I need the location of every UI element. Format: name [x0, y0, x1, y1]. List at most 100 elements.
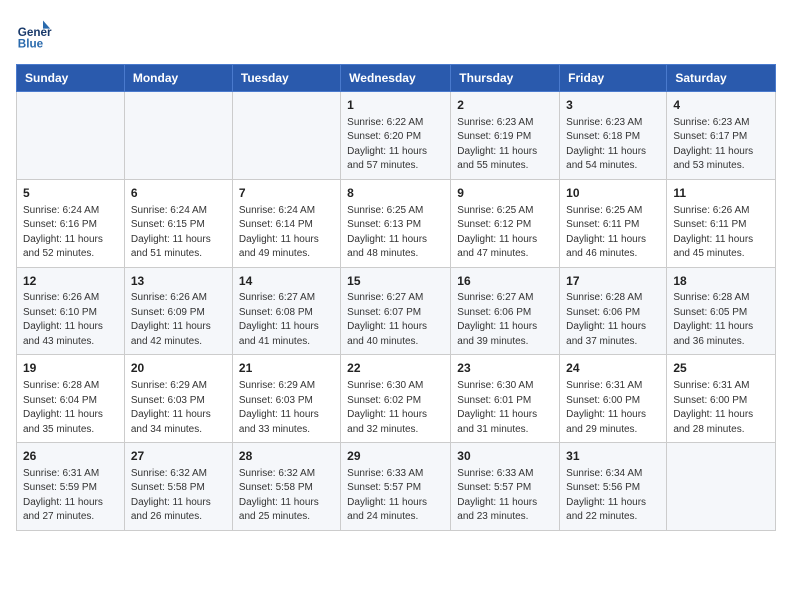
- day-cell: 18Sunrise: 6:28 AM Sunset: 6:05 PM Dayli…: [667, 267, 776, 355]
- day-info: Sunrise: 6:26 AM Sunset: 6:10 PM Dayligh…: [23, 291, 118, 349]
- day-cell: 12Sunrise: 6:26 AM Sunset: 6:10 PM Dayli…: [17, 267, 125, 355]
- column-header-tuesday: Tuesday: [232, 65, 340, 92]
- day-number: 4: [673, 97, 769, 114]
- day-info: Sunrise: 6:31 AM Sunset: 6:00 PM Dayligh…: [673, 379, 769, 437]
- day-info: Sunrise: 6:25 AM Sunset: 6:12 PM Dayligh…: [457, 204, 553, 262]
- day-info: Sunrise: 6:24 AM Sunset: 6:15 PM Dayligh…: [131, 204, 226, 262]
- calendar-table: SundayMondayTuesdayWednesdayThursdayFrid…: [16, 64, 776, 531]
- day-info: Sunrise: 6:28 AM Sunset: 6:05 PM Dayligh…: [673, 291, 769, 349]
- day-info: Sunrise: 6:23 AM Sunset: 6:19 PM Dayligh…: [457, 116, 553, 174]
- day-cell: 14Sunrise: 6:27 AM Sunset: 6:08 PM Dayli…: [232, 267, 340, 355]
- day-cell: [124, 92, 232, 180]
- day-cell: 8Sunrise: 6:25 AM Sunset: 6:13 PM Daylig…: [341, 179, 451, 267]
- day-info: Sunrise: 6:22 AM Sunset: 6:20 PM Dayligh…: [347, 116, 444, 174]
- day-info: Sunrise: 6:29 AM Sunset: 6:03 PM Dayligh…: [239, 379, 334, 437]
- day-info: Sunrise: 6:24 AM Sunset: 6:14 PM Dayligh…: [239, 204, 334, 262]
- day-number: 6: [131, 185, 226, 202]
- day-info: Sunrise: 6:27 AM Sunset: 6:08 PM Dayligh…: [239, 291, 334, 349]
- day-cell: [232, 92, 340, 180]
- week-row-3: 12Sunrise: 6:26 AM Sunset: 6:10 PM Dayli…: [17, 267, 776, 355]
- day-number: 8: [347, 185, 444, 202]
- day-cell: 15Sunrise: 6:27 AM Sunset: 6:07 PM Dayli…: [341, 267, 451, 355]
- day-cell: 13Sunrise: 6:26 AM Sunset: 6:09 PM Dayli…: [124, 267, 232, 355]
- day-info: Sunrise: 6:26 AM Sunset: 6:09 PM Dayligh…: [131, 291, 226, 349]
- week-row-2: 5 Sunrise: 6:24 AM Sunset: 6:16 PM Daylig…: [17, 179, 776, 267]
- day-info: Sunrise: 6:30 AM Sunset: 6:01 PM Dayligh…: [457, 379, 553, 437]
- day-cell: 10 Sunrise: 6:25 AM Sunset: 6:11 PM Dayli…: [560, 179, 667, 267]
- day-cell: 26 Sunrise: 6:31 AM Sunset: 5:59 PM Dayli…: [17, 443, 125, 531]
- day-number: 10: [566, 185, 660, 202]
- day-info: Sunrise: 6:33 AM Sunset: 5:57 PM Dayligh…: [347, 467, 444, 525]
- day-cell: 25 Sunrise: 6:31 AM Sunset: 6:00 PM Dayli…: [667, 355, 776, 443]
- day-number: 14: [239, 273, 334, 290]
- day-number: 18: [673, 273, 769, 290]
- day-number: 24: [566, 360, 660, 377]
- week-row-1: 1 Sunrise: 6:22 AM Sunset: 6:20 PM Daylig…: [17, 92, 776, 180]
- day-cell: 31 Sunrise: 6:34 AM Sunset: 5:56 PM Dayli…: [560, 443, 667, 531]
- day-cell: 28 Sunrise: 6:32 AM Sunset: 5:58 PM Dayli…: [232, 443, 340, 531]
- column-header-wednesday: Wednesday: [341, 65, 451, 92]
- column-header-saturday: Saturday: [667, 65, 776, 92]
- day-cell: 6 Sunrise: 6:24 AM Sunset: 6:15 PM Daylig…: [124, 179, 232, 267]
- day-number: 19: [23, 360, 118, 377]
- day-number: 22: [347, 360, 444, 377]
- day-number: 20: [131, 360, 226, 377]
- day-cell: 23 Sunrise: 6:30 AM Sunset: 6:01 PM Dayli…: [451, 355, 560, 443]
- day-info: Sunrise: 6:29 AM Sunset: 6:03 PM Dayligh…: [131, 379, 226, 437]
- day-number: 21: [239, 360, 334, 377]
- day-cell: 3Sunrise: 6:23 AM Sunset: 6:18 PM Daylig…: [560, 92, 667, 180]
- day-cell: 22 Sunrise: 6:30 AM Sunset: 6:02 PM Dayli…: [341, 355, 451, 443]
- day-number: 1: [347, 97, 444, 114]
- day-cell: 20 Sunrise: 6:29 AM Sunset: 6:03 PM Dayli…: [124, 355, 232, 443]
- day-cell: 4 Sunrise: 6:23 AM Sunset: 6:17 PM Daylig…: [667, 92, 776, 180]
- day-info: Sunrise: 6:24 AM Sunset: 6:16 PM Dayligh…: [23, 204, 118, 262]
- column-header-thursday: Thursday: [451, 65, 560, 92]
- day-number: 15: [347, 273, 444, 290]
- week-row-4: 19 Sunrise: 6:28 AM Sunset: 6:04 PM Dayli…: [17, 355, 776, 443]
- day-info: Sunrise: 6:33 AM Sunset: 5:57 PM Dayligh…: [457, 467, 553, 525]
- logo-icon: General Blue: [16, 16, 52, 52]
- day-number: 30: [457, 448, 553, 465]
- day-number: 26: [23, 448, 118, 465]
- day-number: 5: [23, 185, 118, 202]
- day-cell: 19 Sunrise: 6:28 AM Sunset: 6:04 PM Dayli…: [17, 355, 125, 443]
- day-number: 23: [457, 360, 553, 377]
- day-number: 9: [457, 185, 553, 202]
- day-cell: [17, 92, 125, 180]
- day-cell: 16Sunrise: 6:27 AM Sunset: 6:06 PM Dayli…: [451, 267, 560, 355]
- day-info: Sunrise: 6:30 AM Sunset: 6:02 PM Dayligh…: [347, 379, 444, 437]
- day-number: 11: [673, 185, 769, 202]
- column-header-monday: Monday: [124, 65, 232, 92]
- day-cell: 11 Sunrise: 6:26 AM Sunset: 6:11 PM Dayli…: [667, 179, 776, 267]
- day-info: Sunrise: 6:32 AM Sunset: 5:58 PM Dayligh…: [239, 467, 334, 525]
- column-header-sunday: Sunday: [17, 65, 125, 92]
- day-info: Sunrise: 6:34 AM Sunset: 5:56 PM Dayligh…: [566, 467, 660, 525]
- logo: General Blue: [16, 16, 52, 52]
- svg-text:Blue: Blue: [18, 38, 44, 51]
- day-info: Sunrise: 6:31 AM Sunset: 5:59 PM Dayligh…: [23, 467, 118, 525]
- day-cell: 21 Sunrise: 6:29 AM Sunset: 6:03 PM Dayli…: [232, 355, 340, 443]
- day-number: 7: [239, 185, 334, 202]
- day-cell: 9 Sunrise: 6:25 AM Sunset: 6:12 PM Daylig…: [451, 179, 560, 267]
- day-number: 31: [566, 448, 660, 465]
- day-cell: 1 Sunrise: 6:22 AM Sunset: 6:20 PM Daylig…: [341, 92, 451, 180]
- header-row: SundayMondayTuesdayWednesdayThursdayFrid…: [17, 65, 776, 92]
- week-row-5: 26 Sunrise: 6:31 AM Sunset: 5:59 PM Dayli…: [17, 443, 776, 531]
- day-number: 12: [23, 273, 118, 290]
- day-cell: 30 Sunrise: 6:33 AM Sunset: 5:57 PM Dayli…: [451, 443, 560, 531]
- day-number: 16: [457, 273, 553, 290]
- day-number: 27: [131, 448, 226, 465]
- day-info: Sunrise: 6:27 AM Sunset: 6:07 PM Dayligh…: [347, 291, 444, 349]
- day-number: 13: [131, 273, 226, 290]
- day-number: 28: [239, 448, 334, 465]
- day-info: Sunrise: 6:23 AM Sunset: 6:17 PM Dayligh…: [673, 116, 769, 174]
- day-info: Sunrise: 6:31 AM Sunset: 6:00 PM Dayligh…: [566, 379, 660, 437]
- day-info: Sunrise: 6:26 AM Sunset: 6:11 PM Dayligh…: [673, 204, 769, 262]
- day-info: Sunrise: 6:28 AM Sunset: 6:04 PM Dayligh…: [23, 379, 118, 437]
- day-info: Sunrise: 6:27 AM Sunset: 6:06 PM Dayligh…: [457, 291, 553, 349]
- day-number: 25: [673, 360, 769, 377]
- day-number: 17: [566, 273, 660, 290]
- day-info: Sunrise: 6:23 AM Sunset: 6:18 PM Dayligh…: [566, 116, 660, 174]
- day-info: Sunrise: 6:25 AM Sunset: 6:11 PM Dayligh…: [566, 204, 660, 262]
- day-cell: 27Sunrise: 6:32 AM Sunset: 5:58 PM Dayli…: [124, 443, 232, 531]
